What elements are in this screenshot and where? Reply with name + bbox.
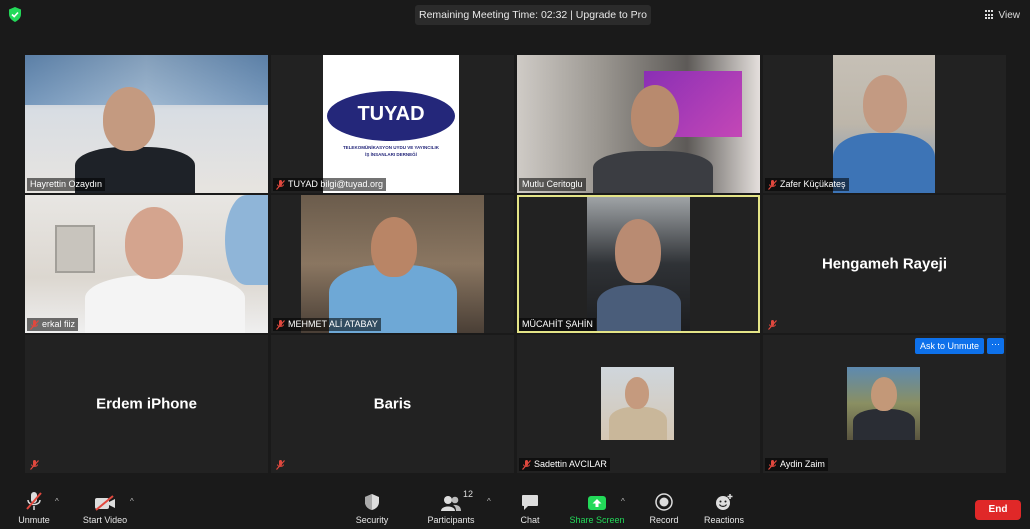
muted-mic-icon bbox=[30, 319, 39, 330]
participant-tile[interactable]: erkal fiiz bbox=[25, 195, 268, 333]
grid-view-icon bbox=[984, 10, 995, 20]
end-meeting-button[interactable]: End bbox=[975, 500, 1021, 520]
smiley-icon bbox=[716, 494, 733, 510]
muted-mic-icon bbox=[768, 179, 777, 190]
participants-options-caret[interactable]: ^ bbox=[487, 497, 491, 506]
participant-video bbox=[517, 55, 760, 193]
participant-name-label bbox=[765, 318, 780, 331]
security-shield-icon[interactable] bbox=[8, 7, 22, 22]
muted-mic-icon bbox=[26, 492, 42, 510]
participant-name-label: Aydin Zaim bbox=[765, 458, 828, 471]
participant-video bbox=[833, 55, 935, 193]
logo-brand-text: TUYAD bbox=[357, 103, 425, 125]
participant-tile[interactable]: Baris bbox=[271, 335, 514, 473]
record-icon bbox=[655, 493, 673, 511]
participant-tile[interactable]: Sadettin AVCILAR bbox=[517, 335, 760, 473]
view-button[interactable]: View bbox=[984, 7, 1021, 23]
participant-name-label: MÜCAHİT ŞAHİN bbox=[519, 318, 596, 331]
participant-tile[interactable]: Erdem iPhone bbox=[25, 335, 268, 473]
security-button[interactable]: Security bbox=[350, 491, 394, 525]
participant-name-display: Hengameh Rayeji bbox=[821, 255, 948, 273]
muted-mic-icon bbox=[276, 319, 285, 330]
participant-video bbox=[25, 55, 268, 193]
participant-name-label: TUYAD bilgi@tuyad.org bbox=[273, 178, 387, 191]
participant-tile-active-speaker[interactable]: MÜCAHİT ŞAHİN bbox=[517, 195, 760, 333]
participant-tile[interactable]: MEHMET ALİ ATABAY bbox=[271, 195, 514, 333]
share-screen-button[interactable]: Share Screen bbox=[566, 491, 628, 525]
participant-name-label: Zafer Küçükateş bbox=[765, 178, 849, 191]
muted-mic-icon bbox=[276, 179, 285, 190]
participant-name-label: Hayrettin Ozaydın bbox=[27, 178, 106, 191]
participant-tile[interactable]: TUYAD TELEKOMÜNİKASYON UYDU VE YAYINCILI… bbox=[271, 55, 514, 193]
muted-mic-icon bbox=[768, 459, 777, 470]
share-options-caret[interactable]: ^ bbox=[621, 497, 625, 506]
start-video-button[interactable]: Start Video bbox=[78, 491, 132, 525]
meeting-toolbar: Unmute ^ Start Video ^ Security Particip… bbox=[0, 485, 1030, 529]
audio-options-caret[interactable]: ^ bbox=[55, 497, 59, 506]
meeting-timer[interactable]: Remaining Meeting Time: 02:32 | Upgrade … bbox=[415, 5, 652, 25]
chat-bubble-icon bbox=[522, 495, 538, 510]
video-off-icon bbox=[95, 495, 115, 511]
muted-mic-icon bbox=[522, 459, 531, 470]
participant-tile[interactable]: Hayrettin Ozaydın bbox=[25, 55, 268, 193]
chat-button[interactable]: Chat bbox=[512, 491, 548, 525]
reactions-button[interactable]: Reactions bbox=[702, 491, 746, 525]
logo-line2: İŞ İNSANLARI DERNEĞİ bbox=[365, 152, 417, 157]
unmute-button[interactable]: Unmute bbox=[12, 491, 56, 525]
participant-name-label: Mutlu Ceritoglu bbox=[519, 178, 586, 191]
logo-line1: TELEKOMÜNİKASYON UYDU VE YAYINCILIK bbox=[342, 145, 440, 150]
video-options-caret[interactable]: ^ bbox=[130, 497, 134, 506]
participant-name-label bbox=[27, 458, 42, 471]
participant-profile-photo bbox=[847, 367, 920, 440]
shield-icon bbox=[365, 494, 379, 510]
participant-tile[interactable]: Mutlu Ceritoglu bbox=[517, 55, 760, 193]
participant-name-label: MEHMET ALİ ATABAY bbox=[273, 318, 381, 331]
participant-video bbox=[25, 195, 268, 333]
top-bar: Remaining Meeting Time: 02:32 | Upgrade … bbox=[0, 0, 1030, 30]
participant-name-label bbox=[273, 458, 288, 471]
participant-video bbox=[301, 195, 484, 333]
participants-icon bbox=[441, 496, 461, 511]
participant-name-label: erkal fiiz bbox=[27, 318, 79, 331]
participant-name-display: Baris bbox=[373, 395, 412, 413]
participant-profile-photo bbox=[601, 367, 674, 440]
muted-mic-icon bbox=[768, 319, 777, 330]
participant-video bbox=[587, 197, 690, 331]
share-screen-icon bbox=[588, 496, 606, 510]
participant-name-label: Sadettin AVCILAR bbox=[519, 458, 610, 471]
participant-tile[interactable]: Zafer Küçükateş bbox=[763, 55, 1006, 193]
more-options-button[interactable]: ··· bbox=[987, 338, 1004, 354]
muted-mic-icon bbox=[276, 459, 285, 470]
participant-name-display: Erdem iPhone bbox=[96, 395, 197, 413]
muted-mic-icon bbox=[30, 459, 39, 470]
participants-count: 12 bbox=[463, 489, 474, 499]
ask-to-unmute-button[interactable]: Ask to Unmute bbox=[914, 338, 984, 354]
record-button[interactable]: Record bbox=[645, 491, 683, 525]
participant-tile[interactable]: Ask to Unmute ··· Aydin Zaim bbox=[763, 335, 1006, 473]
participant-tile[interactable]: Hengameh Rayeji bbox=[763, 195, 1006, 333]
tuyad-logo-image: TUYAD TELEKOMÜNİKASYON UYDU VE YAYINCILI… bbox=[323, 55, 459, 193]
view-label: View bbox=[998, 9, 1021, 21]
